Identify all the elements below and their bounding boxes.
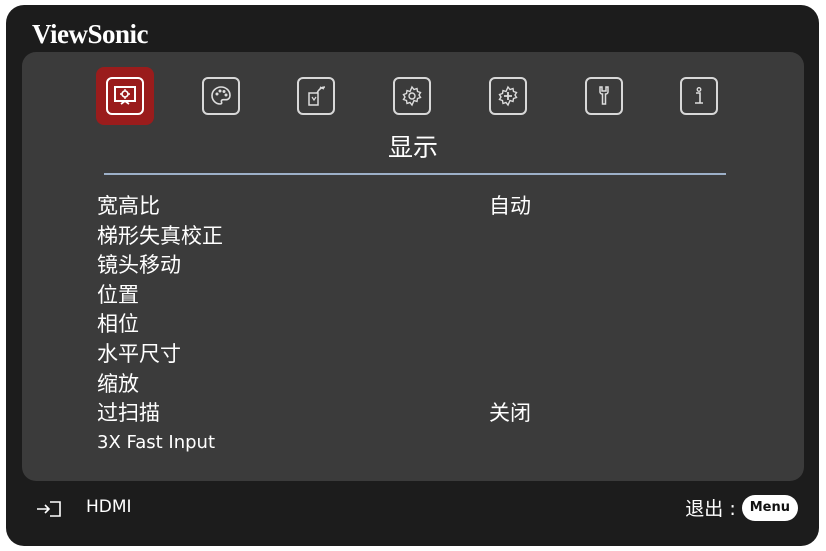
- menu-item-label: 相位: [97, 312, 139, 337]
- menu-item-h-size[interactable]: 水平尺寸: [97, 341, 657, 371]
- picture-palette-icon: [202, 77, 240, 115]
- menu-item-aspect-ratio[interactable]: 宽高比 自动: [97, 193, 657, 223]
- settings-menu: 宽高比 自动 梯形失真校正 镜头移动 位置 相位 水平尺寸 缩放 过扫描 关闭 …: [97, 193, 657, 459]
- exit-label: 退出 :: [685, 498, 736, 520]
- input-source-label: HDMI: [86, 497, 132, 517]
- tab-information[interactable]: [670, 67, 728, 125]
- tab-power[interactable]: [287, 67, 345, 125]
- power-management-icon: [297, 77, 335, 115]
- title-divider: [104, 173, 726, 175]
- tab-advanced[interactable]: [479, 67, 537, 125]
- menu-item-label: 位置: [97, 282, 139, 307]
- menu-item-lens-shift[interactable]: 镜头移动: [97, 252, 657, 282]
- menu-item-value: 关闭: [489, 401, 531, 426]
- information-icon: [680, 77, 718, 115]
- input-source-icon: [37, 501, 61, 517]
- menu-item-label: 镜头移动: [97, 253, 181, 278]
- basic-settings-icon: [393, 77, 431, 115]
- menu-button[interactable]: Menu: [741, 494, 798, 521]
- tab-system[interactable]: [575, 67, 633, 125]
- menu-item-overscan[interactable]: 过扫描 关闭: [97, 400, 657, 430]
- display-icon: [106, 77, 144, 115]
- menu-item-label: 缩放: [97, 371, 139, 396]
- menu-item-phase[interactable]: 相位: [97, 311, 657, 341]
- system-wrench-icon: [585, 77, 623, 115]
- tab-display[interactable]: [96, 67, 154, 125]
- tab-bar: [96, 67, 736, 127]
- active-tab-title: 显示: [388, 133, 439, 162]
- menu-item-keystone[interactable]: 梯形失真校正: [97, 223, 657, 253]
- menu-item-fast-input[interactable]: 3X Fast Input: [97, 430, 657, 460]
- menu-item-value: 自动: [489, 194, 531, 218]
- footer-bar: HDMI 退出 : Menu: [30, 494, 798, 524]
- tab-picture[interactable]: [192, 67, 250, 125]
- advanced-settings-icon: [489, 77, 527, 115]
- menu-item-label: 3X Fast Input: [97, 431, 216, 453]
- tab-basic[interactable]: [383, 67, 441, 125]
- menu-item-label: 梯形失真校正: [97, 223, 223, 248]
- menu-item-label: 过扫描: [97, 401, 160, 426]
- menu-item-position[interactable]: 位置: [97, 282, 657, 312]
- brand-logo: ViewSonic: [32, 19, 149, 49]
- menu-item-zoom[interactable]: 缩放: [97, 371, 657, 401]
- menu-item-label: 水平尺寸: [97, 341, 181, 366]
- menu-item-label: 宽高比: [97, 194, 160, 218]
- exit-hint: 退出 : Menu: [685, 494, 798, 521]
